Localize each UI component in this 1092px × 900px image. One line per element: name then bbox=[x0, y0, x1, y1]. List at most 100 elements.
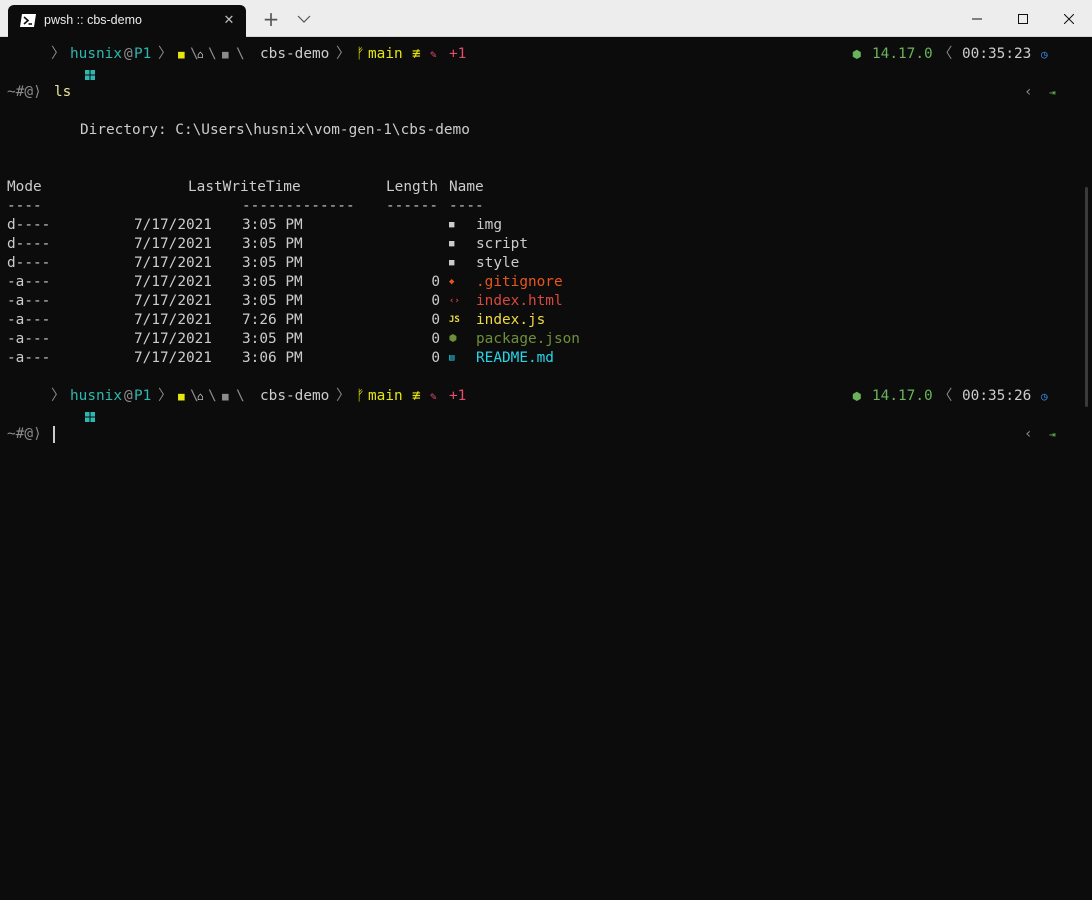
row-length: 0 bbox=[431, 293, 440, 309]
row-time: 3:05 PM bbox=[242, 293, 303, 309]
row-name: img bbox=[476, 217, 502, 233]
git-status: ≢ bbox=[412, 46, 421, 62]
row-time: 3:05 PM bbox=[242, 274, 303, 290]
segment-separator: 〉 bbox=[51, 46, 66, 62]
column-mode: Mode bbox=[7, 179, 42, 195]
prompt-at: @ bbox=[124, 388, 133, 404]
segment-separator: 〈 bbox=[938, 388, 953, 404]
terminal-tab[interactable]: pwsh :: cbs-demo ✕ bbox=[8, 5, 246, 37]
row-time: 7:26 PM bbox=[242, 312, 303, 328]
segment-separator: \ bbox=[208, 388, 217, 404]
column-time-underline: ------------- bbox=[242, 198, 355, 214]
git-changes: +1 bbox=[449, 388, 467, 404]
prompt-at: @ bbox=[124, 46, 133, 62]
exit-code-icon: ⇥ bbox=[1049, 428, 1056, 441]
tab-close-icon[interactable]: ✕ bbox=[220, 11, 238, 29]
markdown-icon: ▤ bbox=[449, 353, 455, 363]
row-date: 7/17/2021 bbox=[134, 350, 212, 366]
minimize-icon bbox=[972, 18, 982, 19]
row-name: index.js bbox=[476, 312, 546, 328]
prompt-host: P1 bbox=[134, 46, 152, 62]
title-bar: pwsh :: cbs-demo ✕ + bbox=[0, 0, 1092, 37]
node-version: 14.17.0 bbox=[872, 388, 933, 404]
row-date: 7/17/2021 bbox=[134, 255, 212, 271]
prompt-path: cbs-demo bbox=[260, 388, 330, 404]
folder-icon: ■ bbox=[222, 390, 229, 403]
table-header-underline: ---- ------------- ------ ---- bbox=[0, 197, 1080, 216]
folder-icon: ■ bbox=[449, 220, 455, 230]
prompt-time: 00:35:26 bbox=[962, 388, 1032, 404]
row-date: 7/17/2021 bbox=[134, 331, 212, 347]
row-date: 7/17/2021 bbox=[134, 274, 212, 290]
git-changes: +1 bbox=[449, 46, 467, 62]
clock-icon: ◷ bbox=[1041, 48, 1048, 61]
column-mode-underline: ---- bbox=[7, 198, 42, 214]
command-text: ls bbox=[54, 84, 72, 100]
folder-icon: ■ bbox=[449, 239, 455, 249]
table-row: -a--- 7/17/2021 3:06 PM 0 ▤ README.md bbox=[0, 349, 1080, 368]
close-button[interactable] bbox=[1046, 0, 1092, 37]
row-name: script bbox=[476, 236, 528, 252]
close-icon bbox=[1064, 13, 1074, 24]
home-icon: ⌂ bbox=[197, 48, 204, 61]
git-branch-icon: ᚠ bbox=[356, 46, 365, 62]
row-mode: -a--- bbox=[7, 274, 51, 290]
row-mode: d---- bbox=[7, 236, 51, 252]
table-row: -a--- 7/17/2021 3:05 PM 0 ⬢ package.json bbox=[0, 330, 1080, 349]
clock-icon: ◷ bbox=[1041, 390, 1048, 403]
segment-separator: \ bbox=[208, 46, 217, 62]
folder-icon: ■ bbox=[449, 258, 455, 268]
row-mode: d---- bbox=[7, 255, 51, 271]
git-branch-icon: ᚠ bbox=[356, 388, 365, 404]
row-mode: -a--- bbox=[7, 312, 51, 328]
row-name: README.md bbox=[476, 350, 554, 366]
scrollbar[interactable] bbox=[1080, 37, 1092, 491]
column-length-underline: ------ bbox=[386, 198, 438, 214]
row-mode: -a--- bbox=[7, 350, 51, 366]
row-time: 3:05 PM bbox=[242, 331, 303, 347]
nodejs-icon: ⬢ bbox=[449, 334, 457, 344]
row-mode: -a--- bbox=[7, 293, 51, 309]
folder-icon: ■ bbox=[178, 48, 185, 61]
row-name: .gitignore bbox=[476, 274, 563, 290]
git-branch: main bbox=[368, 388, 403, 404]
table-row: d---- 7/17/2021 3:05 PM ■ style bbox=[0, 254, 1080, 273]
chevron-left-icon: ‹ bbox=[1024, 84, 1033, 100]
scrollbar-thumb[interactable] bbox=[1085, 187, 1088, 407]
chevron-left-icon: ‹ bbox=[1024, 426, 1033, 442]
powershell-icon bbox=[20, 14, 36, 27]
command-line: ~#@⟩ ls ‹ ⇥ bbox=[0, 83, 1080, 102]
row-mode: -a--- bbox=[7, 331, 51, 347]
home-icon: ⌂ bbox=[197, 390, 204, 403]
nodejs-icon: ⬢ bbox=[852, 390, 862, 403]
maximize-button[interactable] bbox=[1000, 0, 1046, 37]
nodejs-icon: ⬢ bbox=[852, 48, 862, 61]
new-tab-button[interactable]: + bbox=[262, 9, 280, 30]
command-line[interactable]: ~#@⟩ ‹ ⇥ bbox=[0, 425, 1080, 444]
command-prompt: ~#@⟩ bbox=[7, 426, 42, 442]
chevron-down-icon[interactable] bbox=[297, 14, 311, 24]
prompt-user: husnix bbox=[70, 46, 122, 62]
row-time: 3:05 PM bbox=[242, 217, 303, 233]
table-row: -a--- 7/17/2021 3:05 PM 0 ‹› index.html bbox=[0, 292, 1080, 311]
row-time: 3:05 PM bbox=[242, 236, 303, 252]
minimize-button[interactable] bbox=[954, 0, 1000, 37]
column-lastwritetime: LastWriteTime bbox=[188, 179, 301, 195]
prompt-user: husnix bbox=[70, 388, 122, 404]
segment-separator: 〈 bbox=[938, 46, 953, 62]
column-length: Length bbox=[386, 179, 438, 195]
row-date: 7/17/2021 bbox=[134, 312, 212, 328]
table-row: -a--- 7/17/2021 3:05 PM 0 ◆ .gitignore bbox=[0, 273, 1080, 292]
git-icon: ◆ bbox=[449, 277, 455, 287]
segment-separator: 〉 bbox=[51, 388, 66, 404]
prompt-line: 〉 husnix @ P1 〉 ■ \ ⌂ \ ■ \ cbs-demo 〉 ᚠ… bbox=[0, 387, 1080, 422]
terminal-buffer[interactable]: 〉 husnix @ P1 〉 ■ \ ⌂ \ ■ \ cbs-demo 〉 ᚠ… bbox=[0, 37, 1080, 491]
row-time: 3:05 PM bbox=[242, 255, 303, 271]
column-name-underline: ---- bbox=[449, 198, 484, 214]
table-row: d---- 7/17/2021 3:05 PM ■ img bbox=[0, 216, 1080, 235]
segment-separator: 〉 bbox=[158, 388, 173, 404]
row-length: 0 bbox=[431, 274, 440, 290]
row-name: package.json bbox=[476, 331, 580, 347]
exit-code-icon: ⇥ bbox=[1049, 86, 1056, 99]
row-length: 0 bbox=[431, 331, 440, 347]
